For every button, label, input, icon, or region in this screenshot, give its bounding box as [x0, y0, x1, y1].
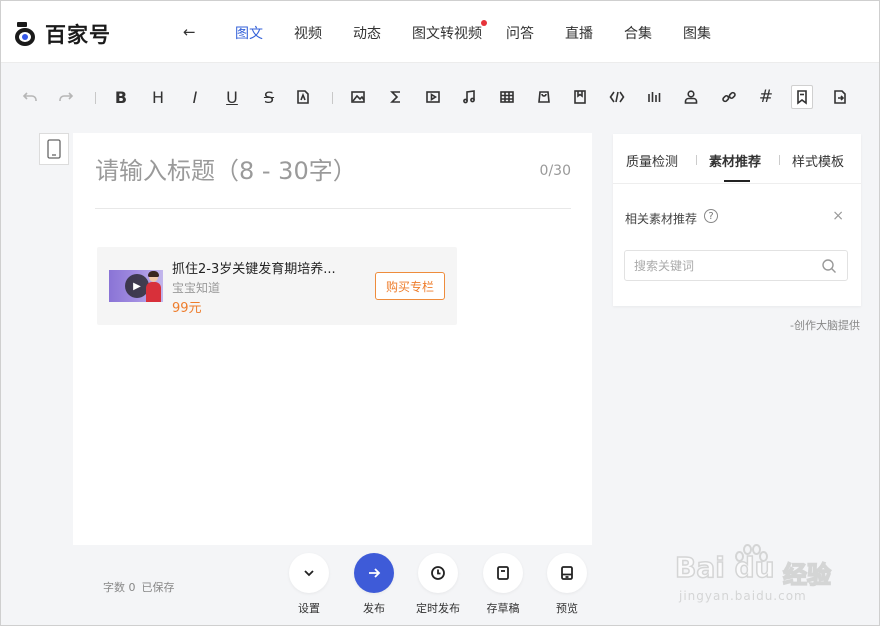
search-input[interactable] [634, 257, 814, 275]
logo[interactable]: 百家号 [15, 19, 111, 49]
code-icon[interactable] [605, 81, 629, 113]
draft-icon [497, 566, 509, 580]
nav-tab-article-to-video[interactable]: 图文转视频 [412, 20, 487, 43]
card-source: 宝宝知道 [172, 281, 221, 295]
nav-tab-qa[interactable]: 问答 [506, 23, 534, 43]
topic-hash-button[interactable]: # [754, 81, 778, 113]
close-icon[interactable]: × [832, 208, 844, 224]
heading-button[interactable]: H [146, 81, 170, 113]
nav-tab-dynamic[interactable]: 动态 [353, 23, 381, 43]
clear-format-icon[interactable] [291, 81, 315, 113]
link-icon[interactable] [717, 81, 741, 113]
clock-icon [431, 566, 445, 580]
status-bar: 字数 0 已保存 [103, 579, 181, 595]
editor-area[interactable]: 0/30 ▶ 抓住2-3岁关键发育期培养... 宝宝知道 99元 购买专栏 [73, 133, 592, 545]
chevron-down-icon [304, 570, 314, 577]
editor-toolbar: B H I U S # [1, 81, 879, 113]
card-title: 抓住2-3岁关键发育期培养... [172, 262, 336, 277]
panel-divider [613, 183, 861, 184]
mobile-preview-button[interactable] [39, 133, 69, 165]
search-icon[interactable] [821, 258, 837, 274]
settings-button[interactable]: 设置 [281, 553, 337, 616]
assistant-panel: 质量检测 素材推荐 样式模板 相关素材推荐 ? × [613, 134, 861, 306]
help-icon[interactable]: ? [704, 209, 718, 223]
music-icon[interactable] [457, 81, 481, 113]
tab-divider [779, 155, 780, 165]
watermark-product: 经验 [782, 560, 832, 590]
publish-button[interactable]: 发布 [346, 553, 402, 616]
notification-dot [481, 20, 487, 26]
redo-icon[interactable] [54, 81, 78, 113]
title-char-count: 0/30 [539, 163, 571, 179]
action-label: 预览 [556, 602, 578, 615]
nav-tab-live[interactable]: 直播 [565, 23, 593, 43]
toolbar-divider [95, 92, 96, 104]
nav-tab-article[interactable]: 图文 [235, 23, 263, 43]
italic-button[interactable]: I [183, 81, 207, 113]
bookmark-icon[interactable] [791, 85, 813, 109]
user-icon[interactable] [679, 81, 703, 113]
tab-quality-check[interactable]: 质量检测 [626, 151, 678, 170]
baijiahao-logo-icon [15, 22, 37, 46]
thumbnail-person [146, 271, 161, 302]
video-icon[interactable] [421, 81, 445, 113]
back-arrow-icon[interactable]: ← [183, 23, 196, 41]
save-draft-button[interactable]: 存草稿 [475, 553, 531, 616]
tab-material-recommend[interactable]: 素材推荐 [709, 151, 761, 170]
tab-divider [696, 155, 697, 165]
baidu-jingyan-watermark: Bai du 经验 jingyan.baidu.com [674, 541, 875, 611]
column-card-icon[interactable] [568, 81, 592, 113]
nav-tab-label: 图文转视频 [412, 26, 482, 42]
buy-column-button[interactable]: 购买专栏 [375, 272, 445, 300]
product-card-icon[interactable] [532, 81, 556, 113]
preview-button[interactable]: 预览 [539, 553, 595, 616]
word-count: 字数 0 [103, 581, 136, 594]
nav-tab-collection[interactable]: 合集 [624, 23, 652, 43]
panel-heading: 相关素材推荐 [625, 212, 698, 226]
import-document-icon[interactable] [828, 81, 852, 113]
provided-by-text: -创作大脑提供 [790, 319, 860, 332]
material-search-box [624, 250, 848, 281]
chart-icon[interactable] [642, 81, 666, 113]
schedule-publish-button[interactable]: 定时发布 [410, 553, 466, 616]
table-icon[interactable] [495, 81, 519, 113]
underline-button[interactable]: U [220, 81, 244, 113]
strikethrough-button[interactable]: S [257, 81, 281, 113]
action-label: 定时发布 [416, 602, 460, 615]
undo-icon[interactable] [18, 81, 42, 113]
phone-icon [47, 139, 61, 159]
card-price: 99元 [172, 301, 202, 316]
watermark-url: jingyan.baidu.com [679, 589, 807, 603]
action-label: 存草稿 [486, 602, 520, 615]
save-status: 已保存 [141, 581, 175, 594]
tab-style-template[interactable]: 样式模板 [792, 151, 844, 170]
formula-icon[interactable] [384, 81, 408, 113]
arrow-right-icon [369, 568, 381, 578]
title-divider [95, 208, 571, 209]
toolbar-divider [332, 92, 333, 104]
column-product-card[interactable]: ▶ 抓住2-3岁关键发育期培养... 宝宝知道 99元 购买专栏 [97, 247, 457, 325]
active-tab-indicator [724, 180, 750, 182]
top-nav: 百家号 ← 图文 视频 动态 图文转视频 问答 直播 合集 图集 [1, 1, 879, 63]
nav-tab-video[interactable]: 视频 [294, 23, 322, 43]
watermark-brand: Bai du [674, 550, 775, 585]
nav-tab-gallery[interactable]: 图集 [683, 23, 711, 43]
image-icon[interactable] [346, 81, 370, 113]
preview-icon [561, 566, 573, 580]
bold-button[interactable]: B [109, 81, 133, 113]
title-input[interactable] [95, 153, 535, 189]
logo-text: 百家号 [45, 23, 111, 47]
action-label: 设置 [298, 602, 320, 615]
action-label: 发布 [363, 602, 385, 615]
card-thumbnail[interactable]: ▶ [109, 270, 163, 302]
